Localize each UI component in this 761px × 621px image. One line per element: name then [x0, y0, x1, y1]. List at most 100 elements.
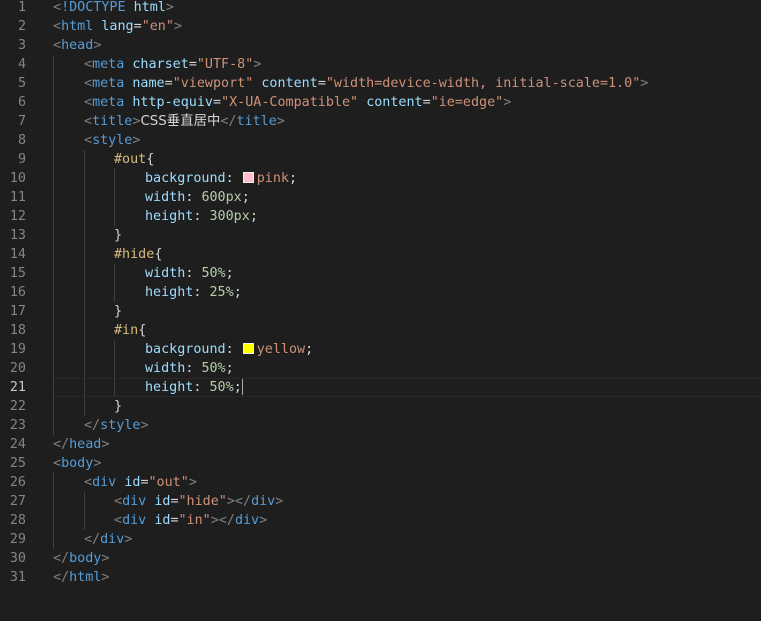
code-line[interactable]: 9 #out{ [0, 150, 761, 169]
line-number: 31 [9, 570, 26, 585]
code-token: } [114, 399, 123, 414]
code-token: content [366, 95, 423, 110]
code-token: 25% [209, 285, 234, 300]
code-token: background [145, 342, 226, 357]
line-number: 1 [17, 0, 26, 15]
line-number: 9 [17, 152, 26, 167]
color-swatch-icon[interactable] [242, 343, 254, 354]
code-token: height [145, 285, 194, 300]
code-line[interactable]: 10 background: pink; [0, 169, 761, 188]
code-line[interactable]: 19 background: yellow; [0, 340, 761, 359]
code-line[interactable]: 27 <div id="hide"></div> [0, 492, 761, 511]
code-token: title [92, 114, 133, 129]
indent-guide [84, 245, 85, 264]
code-token: < [53, 38, 62, 53]
line-code: <div id="in"></div> [114, 511, 267, 530]
line-code: <body> [53, 454, 101, 473]
code-line[interactable]: 29 </div> [0, 530, 761, 549]
code-line[interactable]: 5 <meta name="viewport" content="width=de… [0, 74, 761, 93]
code-line[interactable]: 11 width: 600px; [0, 188, 761, 207]
code-line[interactable]: 3 <head> [0, 36, 761, 55]
line-number: 16 [9, 285, 26, 300]
line-code: height: 25%; [145, 283, 242, 302]
code-token: = [170, 513, 179, 528]
code-line[interactable]: 6 <meta http-equiv="X-UA-Compatible" cont… [0, 93, 761, 112]
code-line[interactable]: 1 <!DOCTYPE html> [0, 0, 761, 17]
code-token: { [154, 247, 163, 262]
code-line[interactable]: 21 height: 50%; [0, 378, 761, 397]
indent-guide [114, 188, 115, 207]
code-token: </ [53, 570, 70, 585]
code-token: content [261, 76, 318, 91]
code-line[interactable]: 18 #in{ [0, 321, 761, 340]
indent-guide [84, 511, 85, 530]
indent-guide [84, 302, 85, 321]
code-line[interactable]: 26 <div id="out"> [0, 473, 761, 492]
indent-guide [114, 207, 115, 226]
line-number: 10 [9, 171, 26, 186]
code-token: > [188, 475, 197, 490]
code-token: head [61, 38, 94, 53]
line-code: #hide{ [114, 245, 162, 264]
code-token: > [259, 513, 268, 528]
code-line[interactable]: 2 <html lang="en"> [0, 17, 761, 36]
code-line[interactable]: 12 height: 300px; [0, 207, 761, 226]
code-token: "en" [141, 19, 174, 34]
code-token: id [154, 513, 171, 528]
code-token: > [165, 0, 174, 15]
code-token: CSS垂直居中 [140, 114, 221, 129]
line-code: width: 50%; [145, 264, 234, 283]
line-number: 8 [17, 133, 26, 148]
code-token: = [164, 76, 173, 91]
code-line[interactable]: 30 </body> [0, 549, 761, 568]
code-token: = [213, 95, 222, 110]
code-token: html [69, 570, 102, 585]
code-token: = [422, 95, 431, 110]
code-line[interactable]: 13} [0, 226, 761, 245]
indent-guide [114, 169, 115, 188]
code-line[interactable]: 7 <title>CSS垂直居中</title> [0, 112, 761, 131]
code-line[interactable]: 23 </style> [0, 416, 761, 435]
code-token: style [100, 418, 141, 433]
code-token: 50% [201, 361, 226, 376]
code-token: : [193, 209, 210, 224]
code-line[interactable]: 24 </head> [0, 435, 761, 454]
code-token: > [132, 133, 141, 148]
code-line[interactable]: 28 <div id="in"></div> [0, 511, 761, 530]
indent-guide [53, 283, 54, 302]
code-token: : [225, 342, 242, 357]
code-token: < [53, 0, 62, 15]
code-token: div [122, 513, 147, 528]
code-line[interactable]: 8 <style> [0, 131, 761, 150]
line-code: height: 50%; [145, 378, 243, 397]
code-token: http-equiv [132, 95, 213, 110]
code-token: < [84, 95, 93, 110]
code-token: ></ [226, 494, 252, 509]
line-number: 12 [9, 209, 26, 224]
line-code: <div id="out"> [84, 473, 197, 492]
color-swatch-icon[interactable] [242, 172, 254, 183]
indent-guide [53, 378, 54, 397]
code-token: : [193, 380, 210, 395]
code-line[interactable]: 15 width: 50%; [0, 264, 761, 283]
code-token: id [124, 475, 141, 490]
line-code: </style> [84, 416, 149, 435]
code-token: > [93, 38, 102, 53]
code-line[interactable]: 17} [0, 302, 761, 321]
code-line[interactable]: 4 <meta charset="UTF-8"> [0, 55, 761, 74]
code-editor[interactable]: 1 <!DOCTYPE html> 2 <html lang="en"> 3 <head>… [0, 0, 761, 621]
code-token: : [185, 361, 202, 376]
code-line[interactable]: 31 </html> [0, 568, 761, 587]
code-line[interactable]: 22} [0, 397, 761, 416]
line-code: } [114, 397, 122, 416]
code-token: ; [233, 380, 242, 395]
indent-guide [114, 340, 115, 359]
code-line[interactable]: 20 width: 50%; [0, 359, 761, 378]
code-token: : [185, 190, 202, 205]
code-line[interactable]: 16 height: 25%; [0, 283, 761, 302]
code-token: "hide" [178, 494, 227, 509]
indent-guide [53, 188, 54, 207]
code-line[interactable]: 14 #hide{ [0, 245, 761, 264]
code-token: < [84, 475, 93, 490]
code-line[interactable]: 25 <body> [0, 454, 761, 473]
